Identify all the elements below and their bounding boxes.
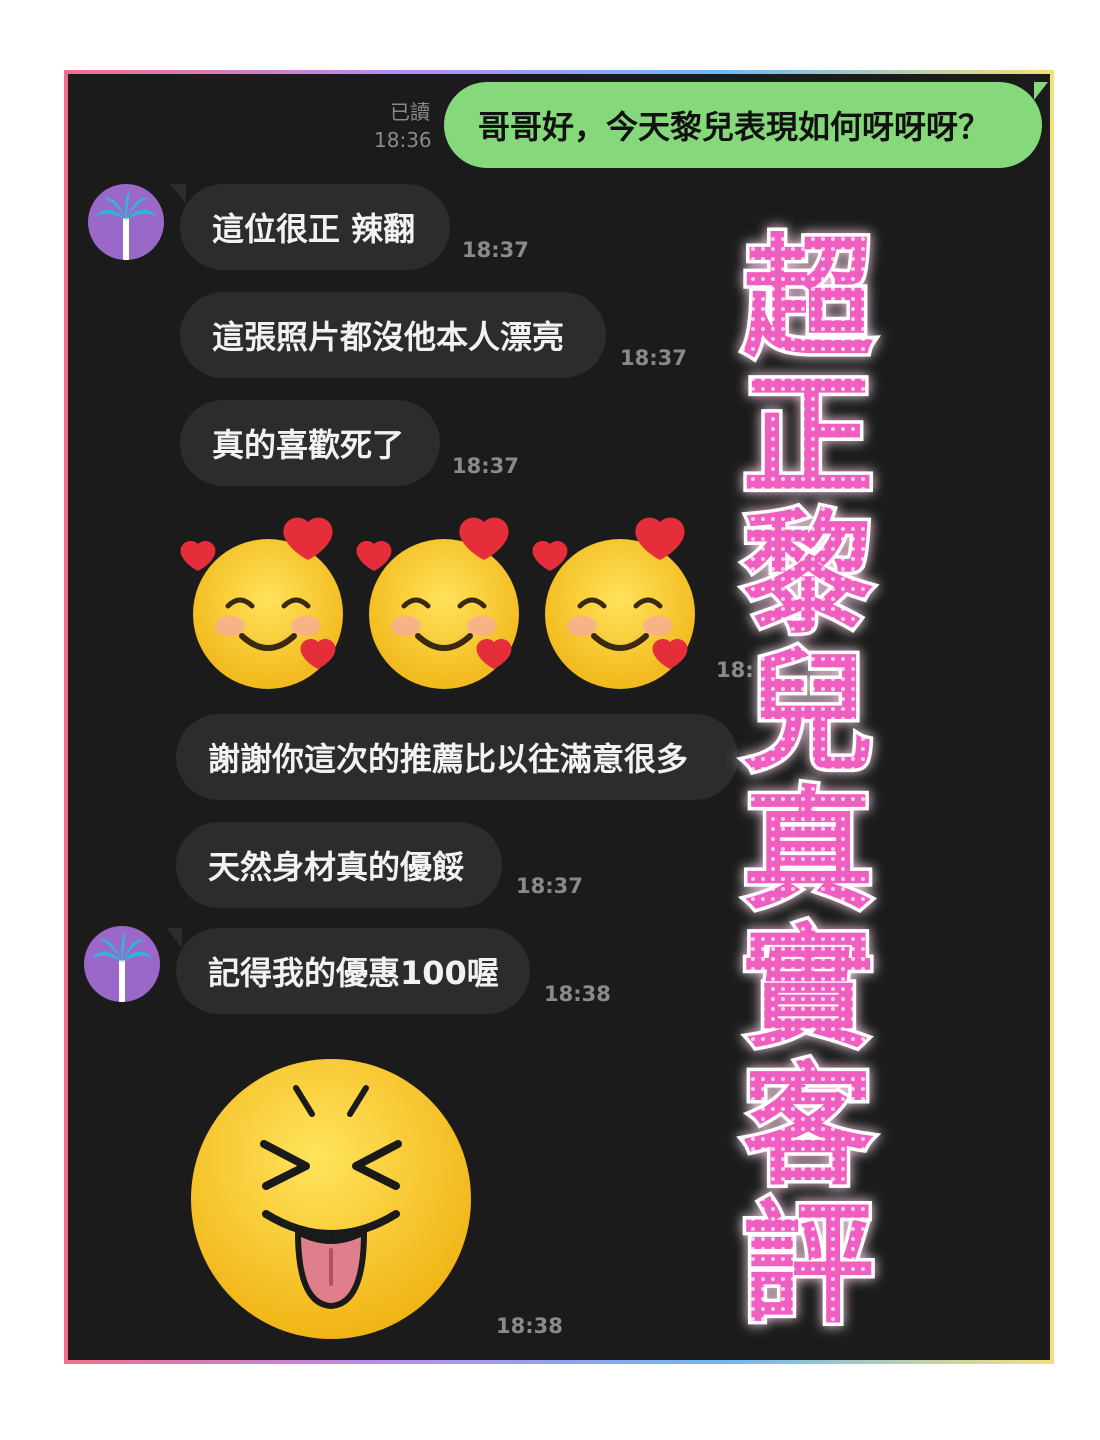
message-time: 18:37 bbox=[452, 454, 519, 478]
message-time: 18:38 bbox=[544, 982, 611, 1006]
outgoing-message-bubble[interactable]: 哥哥好，今天黎兒表現如何呀呀呀？ bbox=[444, 82, 1042, 168]
message-text: 哥哥好，今天黎兒表現如何呀呀呀？ bbox=[478, 108, 991, 146]
message-time: 18:37 bbox=[516, 874, 583, 898]
message-text: 真的喜歡死了 bbox=[212, 426, 405, 464]
message-time: 18:38 bbox=[496, 1314, 563, 1338]
message-text: 記得我的優惠100喔 bbox=[208, 954, 499, 992]
incoming-message-bubble[interactable]: 謝謝你這次的推薦比以往滿意很多 bbox=[176, 714, 738, 800]
incoming-message-bubble[interactable]: 真的喜歡死了 bbox=[180, 400, 440, 486]
smiling-face-with-hearts-icon[interactable] bbox=[178, 514, 358, 694]
palm-tree-icon bbox=[96, 190, 156, 260]
message-text: 天然身材真的優餒 bbox=[208, 848, 465, 886]
banner-character: 正 bbox=[742, 360, 874, 514]
message-time: 18:37 bbox=[620, 346, 687, 370]
banner-character: 實 bbox=[742, 912, 874, 1066]
message-text: 這位很正 辣翻 bbox=[212, 210, 416, 248]
banner-character: 客 bbox=[742, 1050, 874, 1204]
palm-tree-icon bbox=[92, 932, 152, 1002]
avatar[interactable] bbox=[84, 926, 160, 1002]
smiling-face-with-hearts-icon[interactable] bbox=[530, 514, 710, 694]
message-time: 18:37 bbox=[462, 238, 529, 262]
avatar[interactable] bbox=[88, 184, 164, 260]
banner-character: 黎 bbox=[742, 498, 874, 652]
read-receipt: 已讀 18:36 bbox=[374, 98, 432, 154]
screenshot-frame: 已讀 18:36 哥哥好，今天黎兒表現如何呀呀呀？ 這位很正 辣翻 18:37 … bbox=[64, 70, 1054, 1364]
banner-title: 超正黎兒真實客評 bbox=[742, 222, 875, 1342]
incoming-message-bubble[interactable]: 天然身材真的優餒 bbox=[176, 822, 502, 908]
incoming-message-bubble[interactable]: 這張照片都沒他本人漂亮 bbox=[180, 292, 606, 378]
incoming-message-bubble[interactable]: 記得我的優惠100喔 bbox=[176, 928, 530, 1014]
chat-window: 已讀 18:36 哥哥好，今天黎兒表現如何呀呀呀？ 這位很正 辣翻 18:37 … bbox=[68, 74, 1050, 1360]
message-text: 謝謝你這次的推薦比以往滿意很多 bbox=[208, 740, 689, 778]
banner-character: 超 bbox=[742, 222, 875, 376]
banner-character: 兒 bbox=[742, 636, 874, 790]
read-label: 已讀 bbox=[390, 100, 430, 124]
message-text: 這張照片都沒他本人漂亮 bbox=[212, 318, 565, 356]
review-title-banner: 超正黎兒真實客評 bbox=[739, 219, 879, 1346]
squinting-face-with-tongue-icon[interactable] bbox=[186, 1054, 476, 1344]
message-time: 18:36 bbox=[374, 128, 432, 152]
banner-character: 評 bbox=[742, 1188, 874, 1342]
smiling-face-with-hearts-icon[interactable] bbox=[354, 514, 534, 694]
banner-character: 真 bbox=[742, 774, 874, 928]
incoming-message-bubble[interactable]: 這位很正 辣翻 bbox=[180, 184, 450, 270]
